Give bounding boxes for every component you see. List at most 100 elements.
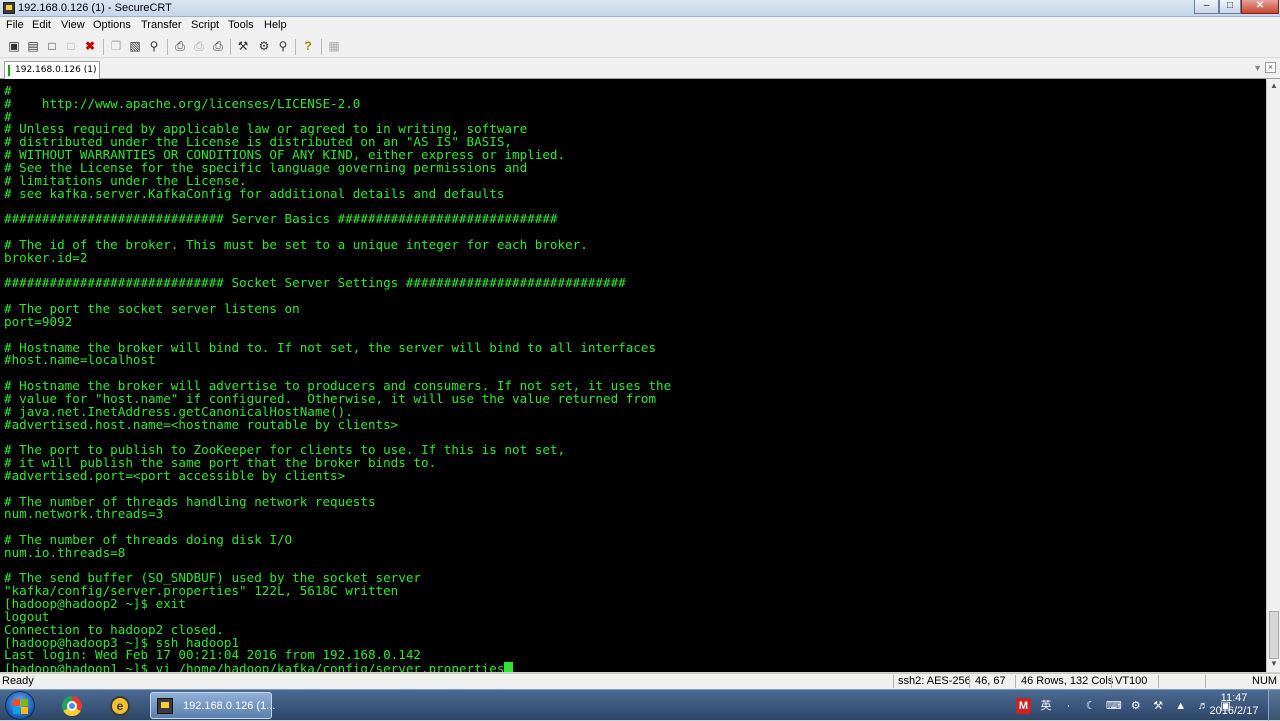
status-divider <box>1158 675 1159 688</box>
tools-icon[interactable]: ⚙ <box>1128 698 1143 714</box>
taskbar-button-label: 192.168.0.126 (1... <box>183 700 276 712</box>
status-num-lock: NUM <box>1252 675 1278 687</box>
scroll-down-icon[interactable]: ▼ <box>1269 659 1279 669</box>
menu-options[interactable]: Options <box>91 18 133 32</box>
ie-taskbar-button[interactable]: e <box>100 693 140 719</box>
keyboard-icon[interactable]: ⌨ <box>1106 698 1122 714</box>
chrome-taskbar-button[interactable] <box>52 693 92 719</box>
tab-session[interactable]: 192.168.0.126 (1) <box>4 61 100 79</box>
menu-tools[interactable]: Tools <box>226 18 256 32</box>
tab-scroll-icon[interactable]: ▼ <box>1253 63 1262 73</box>
terminal-line: # see kafka.server.KafkaConfig for addit… <box>4 185 671 201</box>
print-selection-icon[interactable]: ⎙ <box>191 39 207 54</box>
taskbar-clock[interactable]: 11:47 2016/2/17 <box>1206 692 1262 718</box>
securecrt-app-icon[interactable] <box>3 2 15 14</box>
quick-connect-icon[interactable]: ▤ <box>25 39 41 54</box>
status-divider <box>1205 675 1206 688</box>
menu-file[interactable]: File <box>4 18 26 32</box>
ime-language-icon[interactable]: 英 <box>1038 698 1053 714</box>
punctuation-icon[interactable]: · <box>1061 698 1076 714</box>
terminal-line: #advertised.port=<port accessible by cli… <box>4 469 671 483</box>
menu-transfer[interactable]: Transfer <box>139 18 184 32</box>
terminal-line: port=9092 <box>4 313 671 329</box>
menu-script[interactable]: Script <box>189 18 221 32</box>
minimize-button[interactable]: – <box>1194 0 1219 14</box>
terminal-output: # # http://www.apache.org/licenses/LICENS… <box>4 84 671 672</box>
toolbar-separator <box>230 39 231 55</box>
ime-icon[interactable]: M <box>1016 698 1031 714</box>
tab-label: 192.168.0.126 (1) <box>15 65 97 75</box>
menu-help[interactable]: Help <box>262 18 289 32</box>
clock-date: 2016/2/17 <box>1209 705 1259 717</box>
status-divider <box>1111 675 1112 688</box>
terminal-line-text: # see kafka.server.KafkaConfig for addit… <box>4 185 505 201</box>
terminal-line: # The id of the broker. This must be set… <box>4 236 671 252</box>
disconnect-icon[interactable]: ✖ <box>82 39 98 54</box>
scroll-up-icon[interactable]: ▲ <box>1269 81 1279 91</box>
restore-button[interactable]: □ <box>1219 0 1241 14</box>
terminal-line-text: #host.name=localhost <box>4 352 156 368</box>
find-icon[interactable]: ⚲ <box>146 39 162 54</box>
terminal-screen[interactable]: # # http://www.apache.org/licenses/LICENS… <box>0 79 1266 672</box>
moon-icon[interactable]: ☾ <box>1083 698 1098 714</box>
toolbar: ▣ ▤ □ □ ✖ ❐ ▧ ⚲ ⎙ ⎙ ⎙ ⚒ ⚙ ⚲ ? ▦ <box>0 35 1280 58</box>
terminal-line: ############################# Socket Ser… <box>4 277 671 290</box>
securecrt-window: 192.168.0.126 (1) - SecureCRT – □ ✕ File… <box>0 0 1280 721</box>
reconnect-icon[interactable]: □ <box>63 39 79 54</box>
status-ready: Ready <box>2 675 34 687</box>
status-divider <box>969 675 970 688</box>
copy-icon[interactable]: ❐ <box>108 39 124 54</box>
keymap-icon[interactable]: ⚲ <box>275 39 291 54</box>
global-options-icon[interactable]: ⚙ <box>256 39 272 54</box>
ie-icon: e <box>110 696 130 716</box>
terminal-line: num.io.threads=8 <box>4 544 671 560</box>
session-tab-strip: 192.168.0.126 (1) ▼ × <box>0 58 1280 79</box>
system-tray: M 英 · ☾ ⌨ ⚙ ⚒ ▲ ♬ ▣ <box>1016 696 1236 714</box>
paste-icon[interactable]: ▧ <box>127 39 143 54</box>
menu-edit[interactable]: Edit <box>30 18 53 32</box>
terminal-line-text: # The id of the broker. This must be set… <box>4 236 588 252</box>
securecrt-taskbar-button[interactable]: 192.168.0.126 (1... <box>150 692 276 719</box>
connected-indicator <box>8 65 10 76</box>
terminal-cursor <box>504 662 514 672</box>
connect-in-tab-icon[interactable]: □ <box>44 39 60 54</box>
connect-icon[interactable]: ▣ <box>6 39 22 54</box>
toolbar-separator <box>321 39 322 55</box>
terminal-line: #host.name=localhost <box>4 352 671 368</box>
status-bar: Ready ssh2: AES-256 46, 67 46 Rows, 132 … <box>0 673 1280 689</box>
help-icon[interactable]: ? <box>300 39 316 54</box>
start-button[interactable] <box>5 691 35 720</box>
scrollbar-thumb[interactable] <box>1269 611 1279 659</box>
settings-icon[interactable]: ⚒ <box>1151 698 1166 714</box>
terminal-line-text: #advertised.host.name=<hostname routable… <box>4 416 399 432</box>
status-dimensions: 46 Rows, 132 Cols <box>1021 675 1114 687</box>
terminal-line-text: [hadoop@hadoop1 ~]$ vi /home/hadoop/kafk… <box>4 661 505 672</box>
terminal-line: # http://www.apache.org/licenses/LICENSE… <box>4 97 671 111</box>
sftp-icon[interactable]: ▦ <box>326 39 342 54</box>
terminal-scrollbar[interactable]: ▲ ▼ <box>1266 79 1280 672</box>
close-tab-icon[interactable]: × <box>1265 62 1276 73</box>
toolbar-separator <box>295 39 296 55</box>
terminal-line: # The port the socket server listens on <box>4 302 671 316</box>
status-encryption: ssh2: AES-256 <box>898 675 971 687</box>
expand-tray-icon[interactable]: ▲ <box>1173 698 1188 714</box>
print-screen-icon[interactable]: ⎙ <box>172 39 188 54</box>
clock-time: 11:47 <box>1220 692 1248 704</box>
status-cursor-position: 46, 67 <box>975 675 1006 687</box>
print-icon[interactable]: ⎙ <box>210 39 226 54</box>
terminal-line-text: port=9092 <box>4 313 73 329</box>
window-title: 192.168.0.126 (1) - SecureCRT <box>18 2 172 14</box>
terminal-line-text: ############################# Socket Ser… <box>4 275 626 291</box>
status-divider <box>1015 675 1016 688</box>
terminal-line-text: num.io.threads=8 <box>4 544 126 560</box>
windows-taskbar: e 192.168.0.126 (1... M 英 · ☾ ⌨ ⚙ ⚒ ▲ ♬ … <box>0 689 1280 721</box>
session-options-icon[interactable]: ⚒ <box>235 39 251 54</box>
terminal-line-text: Last login: Wed Feb 17 00:21:04 2016 fro… <box>4 647 422 663</box>
close-button[interactable]: ✕ <box>1241 0 1279 14</box>
menu-view[interactable]: View <box>59 18 87 32</box>
show-desktop-button[interactable] <box>1268 690 1280 721</box>
terminal-line: #advertised.host.name=<hostname routable… <box>4 416 671 432</box>
status-terminal-type: VT100 <box>1115 675 1148 687</box>
terminal-line-text: num.network.threads=3 <box>4 506 164 522</box>
chrome-icon <box>62 696 82 716</box>
